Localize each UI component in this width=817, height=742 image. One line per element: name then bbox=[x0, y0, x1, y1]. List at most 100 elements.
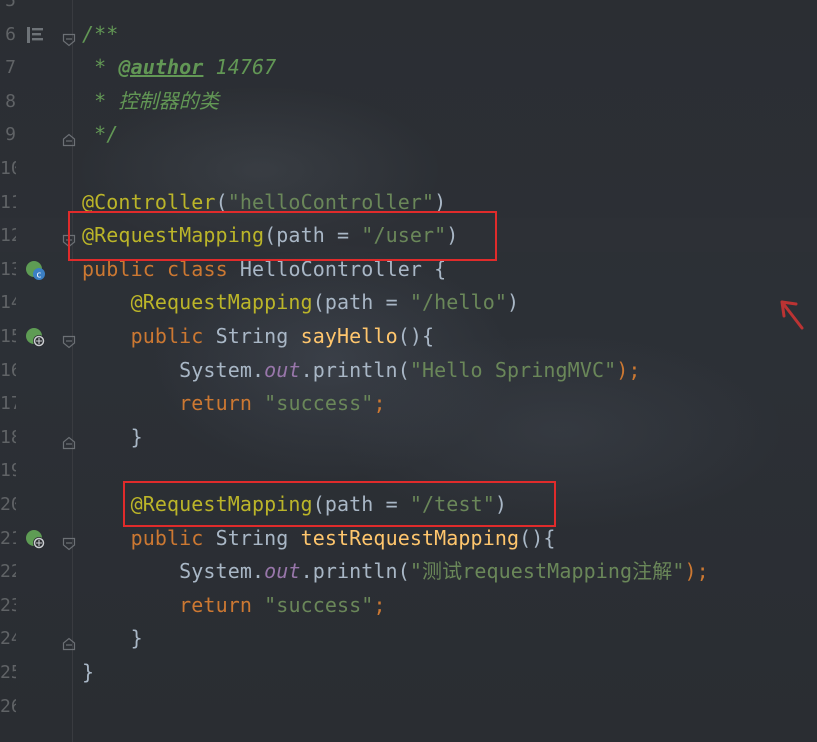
fold-close-icon[interactable] bbox=[62, 128, 76, 147]
line-number: 16 bbox=[0, 359, 16, 381]
line-number: 17 bbox=[0, 393, 16, 415]
code-token: ) bbox=[434, 189, 447, 214]
line-number: 11 bbox=[0, 191, 16, 213]
line-number: 6 bbox=[5, 23, 16, 45]
line-number: 12 bbox=[0, 225, 16, 247]
code-token: return bbox=[179, 592, 252, 617]
line-number: 22 bbox=[0, 561, 16, 583]
code-token: "helloController" bbox=[227, 189, 435, 214]
fold-close-icon[interactable] bbox=[62, 431, 76, 449]
line-number: 23 bbox=[0, 594, 16, 616]
code-token: path bbox=[324, 290, 374, 315]
code-token: String bbox=[203, 525, 301, 550]
code-token: .println( bbox=[300, 559, 410, 584]
fold-open-icon[interactable] bbox=[62, 28, 76, 46]
code-token: (){ bbox=[397, 324, 435, 348]
code-line[interactable]: 8 * 控制器的类 bbox=[0, 85, 817, 119]
code-token: return bbox=[179, 391, 252, 416]
line-number: 26 bbox=[0, 695, 16, 717]
fold-close-icon[interactable] bbox=[62, 632, 76, 651]
cursor-arrow-icon bbox=[780, 300, 804, 330]
highlight-box-class-mapping bbox=[68, 211, 497, 261]
code-editor[interactable]: 56/**7 * @author 147678 * 控制器的类9 */1011@… bbox=[0, 0, 817, 742]
code-text: */ bbox=[82, 118, 118, 152]
spring-request-mapping-icon[interactable] bbox=[24, 528, 46, 550]
code-token: testRequestMapping bbox=[300, 525, 520, 550]
code-line[interactable]: 6 /** bbox=[0, 18, 817, 52]
code-token: sayHello bbox=[300, 324, 398, 348]
code-token: System. bbox=[82, 559, 265, 584]
code-token: out bbox=[264, 559, 301, 584]
code-text: return "success"; bbox=[82, 387, 386, 421]
code-line[interactable]: 9 */ bbox=[0, 118, 817, 152]
code-text: public String sayHello(){ bbox=[82, 320, 434, 354]
code-line[interactable]: 25} bbox=[0, 656, 817, 690]
code-token: "success" bbox=[264, 391, 374, 416]
code-token: /** bbox=[82, 21, 119, 46]
code-line[interactable]: 16 System.out.println("Hello SpringMVC")… bbox=[0, 354, 817, 388]
code-text: System.out.println("测试requestMapping注解")… bbox=[82, 555, 709, 589]
code-line[interactable]: 5 bbox=[0, 0, 817, 18]
code-token: ); bbox=[684, 559, 709, 584]
code-token: ; bbox=[373, 391, 386, 416]
code-line[interactable]: 22 System.out.println("测试requestMapping注… bbox=[0, 555, 817, 589]
line-number: 9 bbox=[5, 124, 16, 146]
code-token: @Controller bbox=[82, 189, 216, 214]
code-token: "Hello SpringMVC" bbox=[409, 357, 617, 382]
line-number: 10 bbox=[0, 158, 16, 179]
line-number: 18 bbox=[0, 426, 16, 448]
code-text: } bbox=[82, 421, 143, 455]
line-number: 8 bbox=[5, 90, 16, 112]
code-line[interactable]: 18 } bbox=[0, 421, 817, 455]
code-token: out bbox=[264, 357, 301, 382]
code-token: "success" bbox=[264, 592, 374, 617]
code-token: */ bbox=[82, 122, 119, 147]
code-token: public bbox=[130, 525, 204, 550]
code-line[interactable]: 10 bbox=[0, 152, 817, 186]
fold-open-icon[interactable] bbox=[62, 532, 76, 550]
code-token: } bbox=[82, 424, 143, 449]
code-token: } bbox=[82, 626, 143, 651]
code-text: System.out.println("Hello SpringMVC"); bbox=[82, 354, 641, 388]
code-token: * bbox=[82, 55, 119, 80]
code-line[interactable]: 7 * @author 14767 bbox=[0, 51, 817, 85]
code-token: = bbox=[373, 290, 410, 315]
spring-bean-class-icon[interactable]: c bbox=[24, 259, 46, 281]
code-token: ( bbox=[312, 290, 325, 315]
code-token: "测试requestMapping注解" bbox=[409, 559, 685, 584]
structure-icon[interactable] bbox=[24, 24, 46, 46]
code-text: } bbox=[82, 622, 143, 656]
code-text: @RequestMapping(path = "/hello") bbox=[82, 286, 519, 320]
code-token: } bbox=[82, 660, 95, 684]
line-number: 20 bbox=[0, 494, 16, 515]
code-token: String bbox=[203, 324, 301, 348]
code-text: } bbox=[82, 656, 94, 690]
line-number: 25 bbox=[0, 662, 16, 683]
code-token: System. bbox=[82, 357, 265, 382]
highlight-box-test-mapping bbox=[123, 481, 556, 527]
line-number: 7 bbox=[5, 57, 16, 79]
code-line[interactable]: 23 return "success"; bbox=[0, 589, 817, 623]
code-line[interactable]: 26 bbox=[0, 690, 817, 724]
code-line[interactable]: 14 @RequestMapping(path = "/hello") bbox=[0, 286, 817, 320]
code-token: "/hello" bbox=[409, 290, 508, 315]
code-token: * 控制器的类 bbox=[82, 88, 219, 113]
code-token: .println( bbox=[300, 357, 410, 382]
line-number: 24 bbox=[0, 628, 16, 650]
code-line[interactable]: 15 public String sayHello(){ bbox=[0, 320, 817, 354]
code-text: * 控制器的类 bbox=[82, 85, 219, 119]
code-text: * @author 14767 bbox=[82, 51, 276, 85]
spring-request-mapping-icon[interactable] bbox=[24, 326, 46, 348]
line-number: 5 bbox=[5, 0, 16, 11]
code-line[interactable]: 17 return "success"; bbox=[0, 387, 817, 421]
code-token: ); bbox=[616, 357, 641, 382]
code-token: @author bbox=[118, 55, 204, 80]
code-line[interactable]: 24 } bbox=[0, 622, 817, 656]
fold-open-icon[interactable] bbox=[62, 330, 76, 349]
